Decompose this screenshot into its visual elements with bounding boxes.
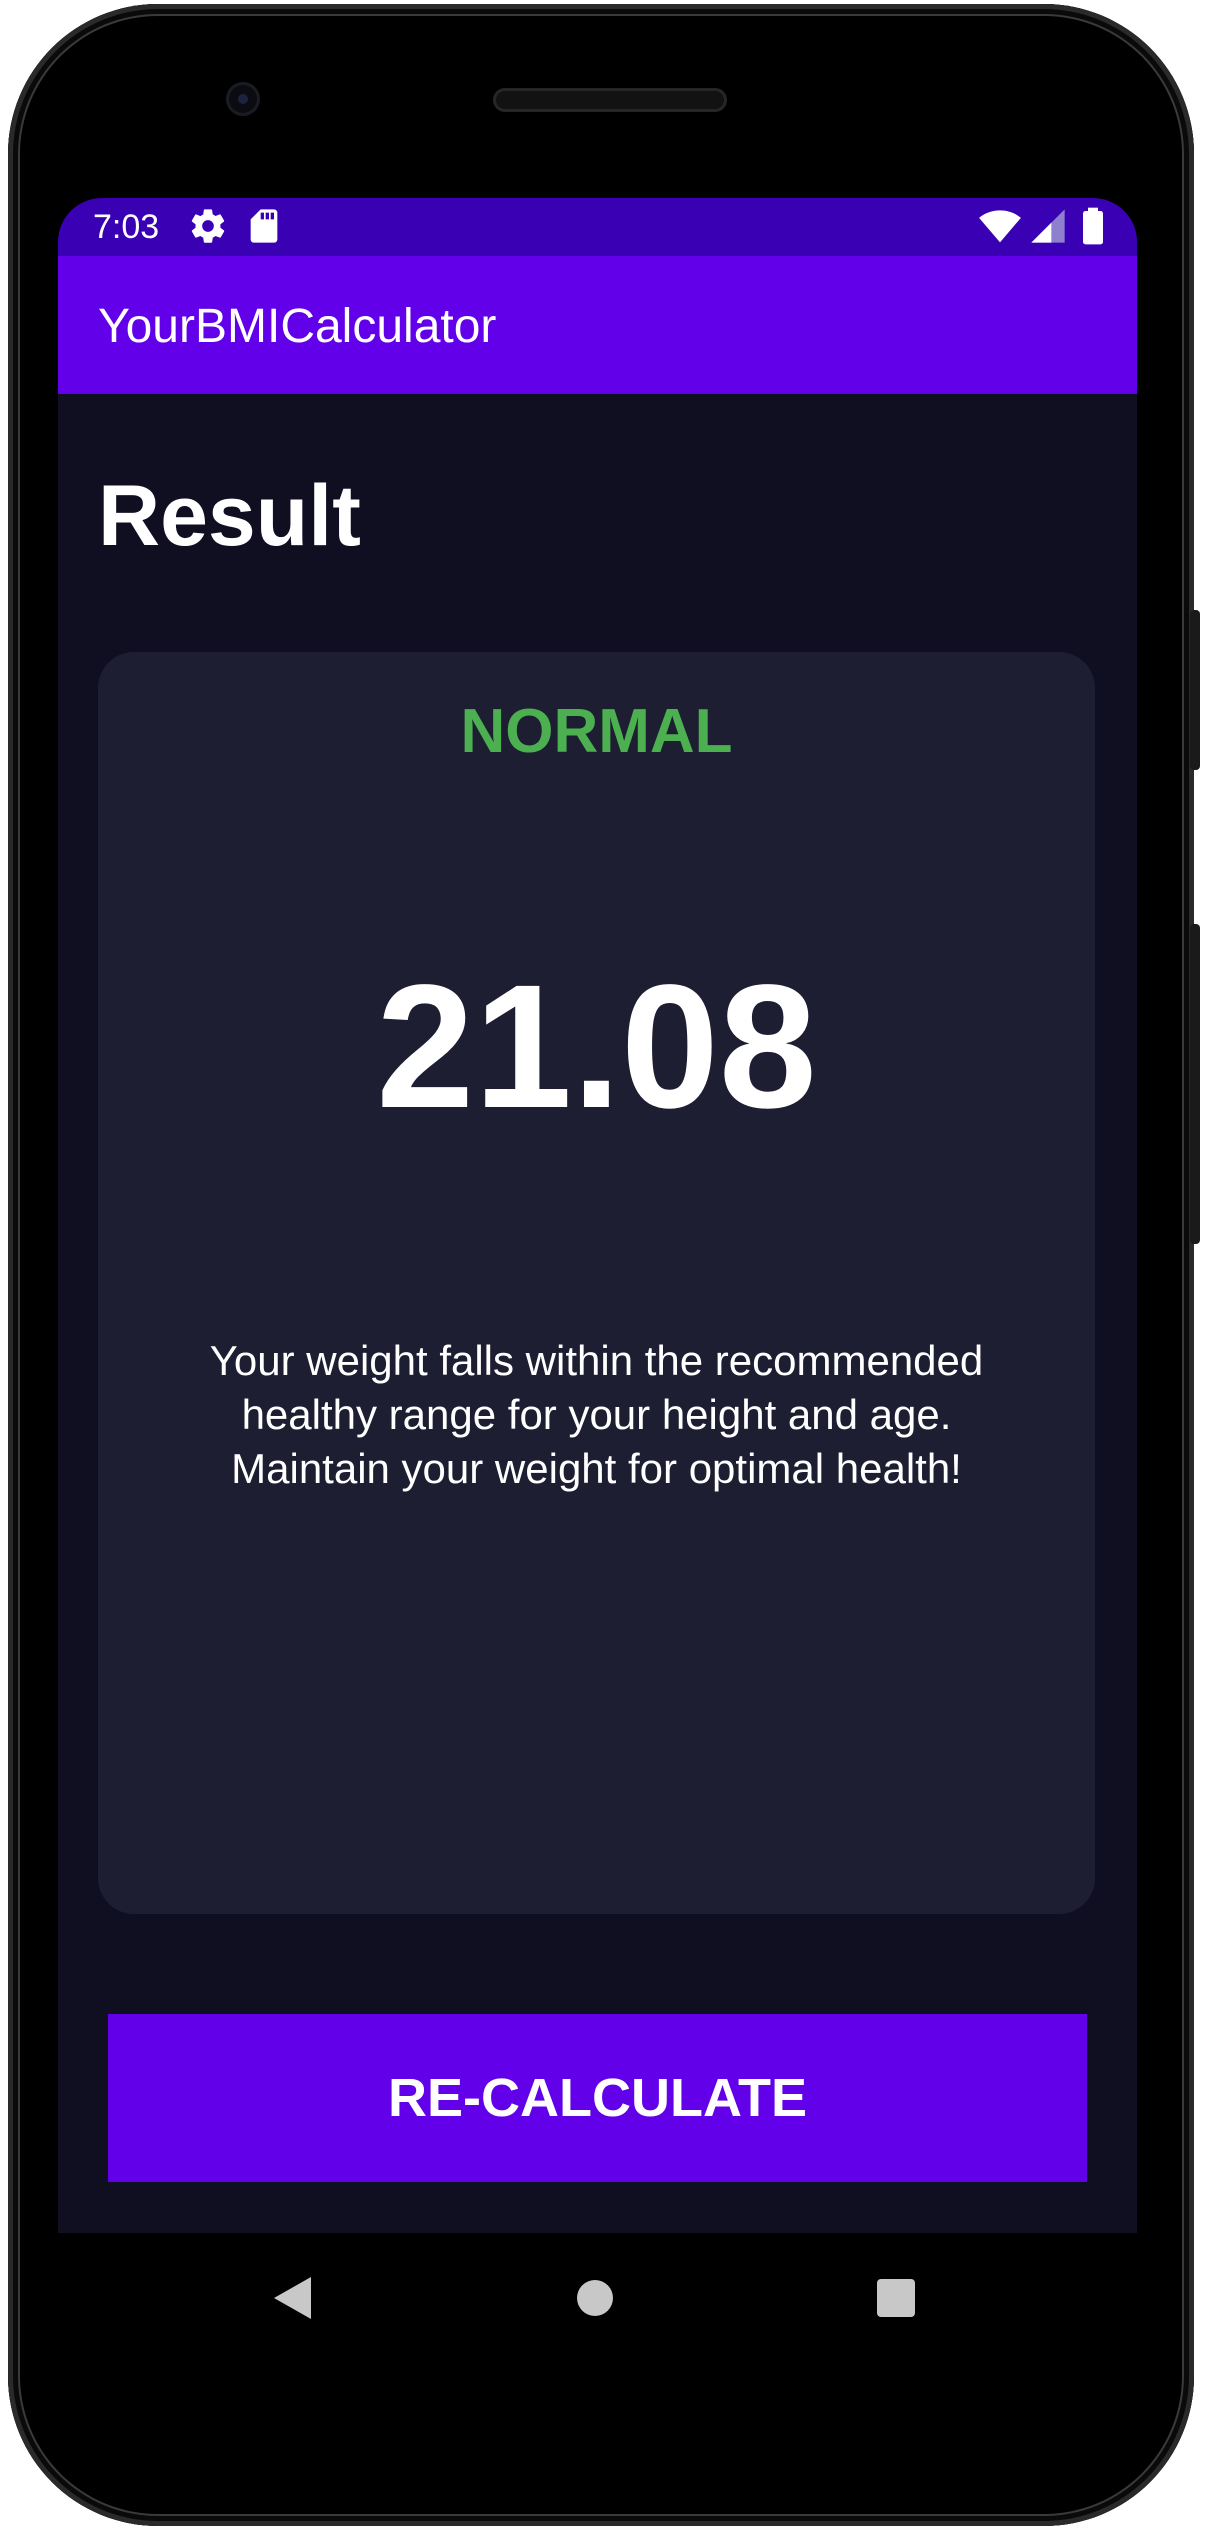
- bmi-status-label: NORMAL: [460, 697, 733, 766]
- recents-square-icon: [877, 2279, 915, 2317]
- nav-recents-button[interactable]: [861, 2263, 931, 2333]
- nav-home-button[interactable]: [560, 2263, 630, 2333]
- earpiece-speaker: [493, 88, 727, 112]
- app-screen: 7:03 YourBMICalculator Result NORMAL 21.…: [58, 198, 1137, 2233]
- battery-icon: [1078, 206, 1108, 246]
- settings-gear-icon: [188, 206, 228, 246]
- sd-card-icon: [244, 206, 284, 246]
- cellular-signal-icon: [1028, 206, 1068, 246]
- app-bar: YourBMICalculator: [58, 256, 1137, 394]
- back-triangle-icon: [274, 2277, 311, 2319]
- system-nav-bar: [58, 2233, 1137, 2363]
- page-title: Result: [98, 468, 361, 564]
- app-title: YourBMICalculator: [98, 300, 497, 353]
- result-card: NORMAL 21.08 Your weight falls within th…: [98, 652, 1095, 1914]
- bmi-value: 21.08: [376, 949, 817, 1145]
- nav-back-button[interactable]: [258, 2263, 328, 2333]
- power-button: [1190, 610, 1200, 770]
- home-circle-icon: [577, 2280, 613, 2316]
- status-time: 7:03: [93, 208, 160, 246]
- front-camera: [226, 82, 260, 116]
- volume-button: [1190, 924, 1200, 1244]
- bmi-interpretation-message: Your weight falls within the recommended…: [209, 1337, 984, 1492]
- recalculate-button[interactable]: RE-CALCULATE: [108, 2014, 1087, 2182]
- wifi-icon: [978, 206, 1022, 246]
- status-bar: 7:03: [58, 198, 1137, 256]
